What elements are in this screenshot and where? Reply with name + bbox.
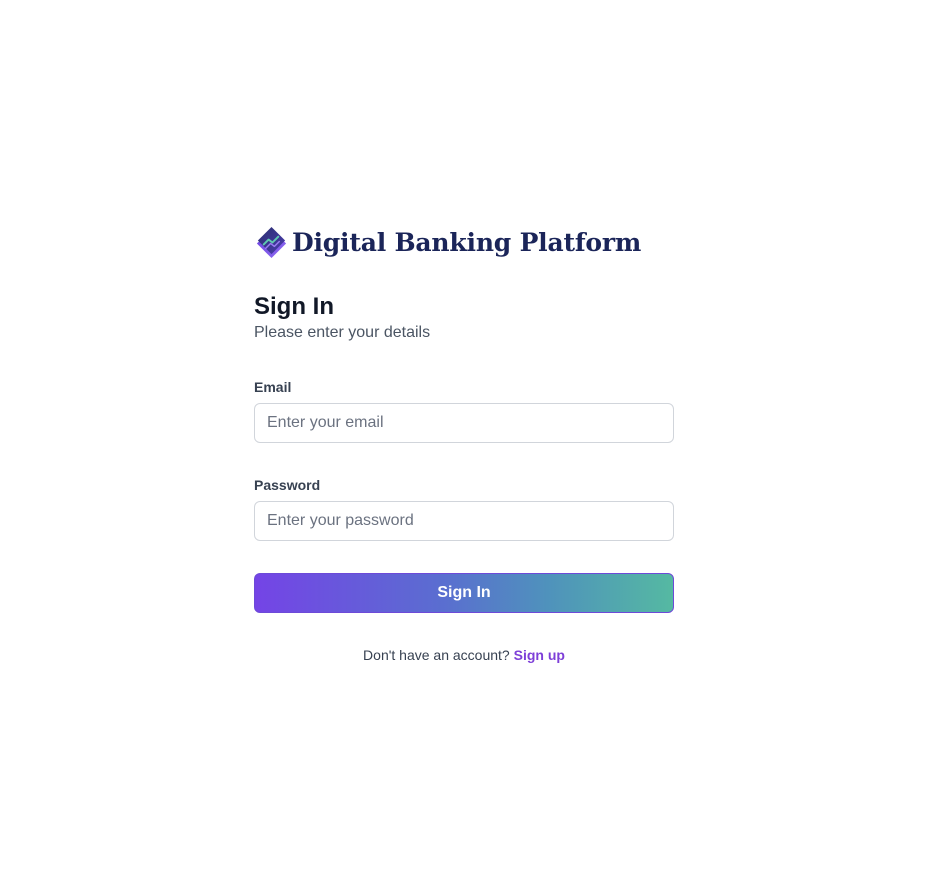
stacked-diamond-logo-icon bbox=[256, 226, 287, 258]
email-label: Email bbox=[254, 379, 292, 395]
signin-card: Digital Banking Platform Sign In Please … bbox=[254, 224, 674, 663]
sign-up-link[interactable]: Sign up bbox=[514, 647, 565, 663]
password-label: Password bbox=[254, 477, 321, 493]
email-field[interactable] bbox=[254, 403, 674, 443]
signup-prompt-text: Don't have an account? bbox=[363, 647, 514, 663]
sign-in-button[interactable]: Sign In bbox=[254, 573, 674, 613]
page-title: Sign In bbox=[254, 293, 334, 320]
page-subtitle: Please enter your details bbox=[254, 324, 431, 341]
signup-prompt-row: Don't have an account? Sign up bbox=[254, 646, 674, 664]
password-field[interactable] bbox=[254, 501, 674, 541]
brand-header: Digital Banking Platform bbox=[254, 224, 674, 260]
brand-name: Digital Banking Platform bbox=[292, 227, 642, 257]
